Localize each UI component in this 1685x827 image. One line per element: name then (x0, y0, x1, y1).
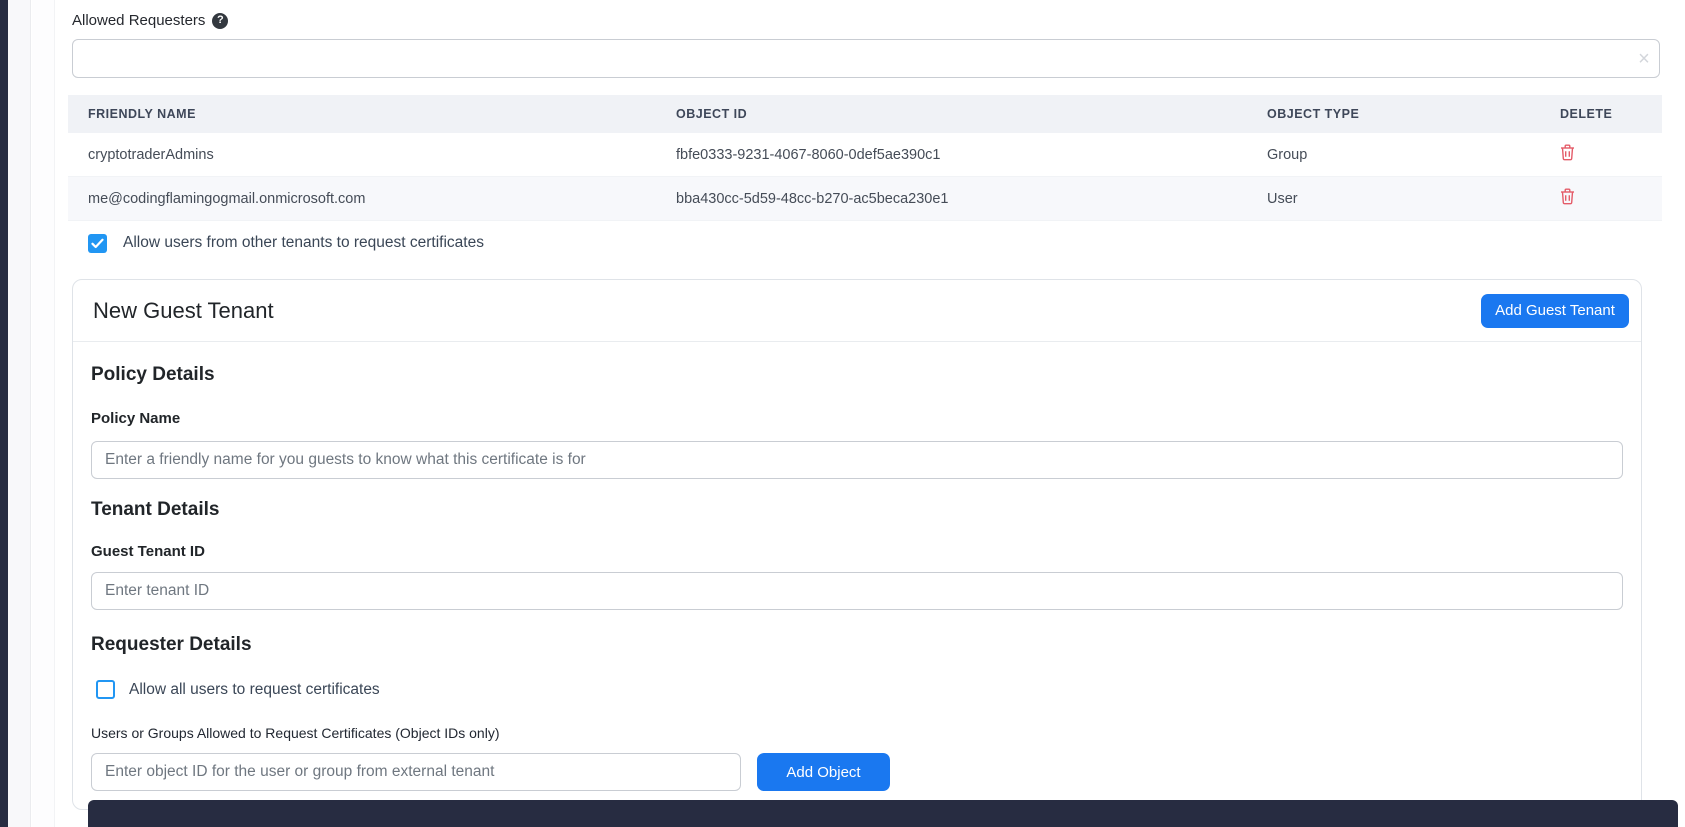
trash-icon[interactable] (1560, 144, 1575, 161)
table-header-row: FRIENDLY NAME OBJECT ID OBJECT TYPE DELE… (68, 95, 1662, 133)
cell-object-id: bba430cc-5d59-48cc-b270-ac5beca230e1 (676, 190, 949, 207)
checkbox-checked[interactable] (88, 233, 107, 253)
next-panel-dark-edge (88, 800, 1678, 827)
sidebar-rail-gutter (32, 0, 55, 827)
cell-friendly-name: cryptotraderAdmins (88, 146, 214, 163)
new-guest-tenant-card: New Guest Tenant Add Guest Tenant Policy… (72, 279, 1642, 810)
card-body: Policy Details Policy Name Tenant Detail… (73, 342, 1641, 809)
add-object-button[interactable]: Add Object (757, 753, 890, 791)
col-header-delete: DELETE (1560, 107, 1613, 121)
allowed-requesters-input-wrap: × (72, 39, 1660, 78)
allowed-requesters-table: FRIENDLY NAME OBJECT ID OBJECT TYPE DELE… (68, 95, 1662, 221)
guest-tenant-id-label: Guest Tenant ID (91, 543, 205, 560)
add-guest-tenant-button[interactable]: Add Guest Tenant (1481, 293, 1629, 328)
object-id-input-row: Add Object (91, 753, 1623, 791)
cell-friendly-name: me@codingflamingogmail.onmicrosoft.com (88, 190, 366, 207)
checkbox-unchecked[interactable] (96, 680, 115, 699)
col-header-object-type: OBJECT TYPE (1267, 107, 1360, 121)
requester-details-heading: Requester Details (91, 634, 252, 655)
other-tenants-checkbox-label[interactable]: Allow users from other tenants to reques… (123, 234, 484, 252)
object-id-input[interactable] (91, 753, 741, 791)
tenant-details-heading: Tenant Details (91, 499, 220, 520)
allowed-requesters-label: Allowed Requesters (72, 12, 206, 29)
policy-name-label: Policy Name (91, 410, 181, 427)
card-header: New Guest Tenant Add Guest Tenant (73, 280, 1641, 342)
table-row: me@codingflamingogmail.onmicrosoft.com b… (68, 177, 1662, 221)
col-header-friendly-name: FRIENDLY NAME (88, 107, 196, 121)
allow-all-users-checkbox-row: Allow all users to request certificates (96, 680, 1623, 699)
cell-object-type: Group (1267, 146, 1308, 163)
cell-object-type: User (1267, 190, 1298, 207)
col-header-object-id: OBJECT ID (676, 107, 748, 121)
other-tenants-checkbox-row: Allow users from other tenants to reques… (88, 228, 484, 258)
guest-tenant-id-input[interactable] (91, 572, 1623, 610)
card-title: New Guest Tenant (93, 297, 274, 323)
cell-object-id: fbfe0333-9231-4067-8060-0def5ae390c1 (676, 146, 941, 163)
allowed-requesters-input[interactable] (73, 40, 1629, 77)
collapsed-sidebar-rail (8, 0, 31, 827)
object-ids-label: Users or Groups Allowed to Request Certi… (91, 725, 500, 741)
cell-delete (1560, 188, 1662, 209)
table-row: cryptotraderAdmins fbfe0333-9231-4067-80… (68, 133, 1662, 177)
left-dark-edge (0, 0, 8, 827)
help-icon[interactable]: ? (212, 12, 229, 29)
policy-details-heading: Policy Details (91, 364, 215, 385)
allowed-requesters-label-row: Allowed Requesters ? (72, 12, 229, 29)
allow-all-users-checkbox-label[interactable]: Allow all users to request certificates (129, 681, 380, 699)
cell-delete (1560, 144, 1662, 165)
trash-icon[interactable] (1560, 188, 1575, 205)
policy-name-input[interactable] (91, 441, 1623, 479)
clear-icon[interactable]: × (1629, 49, 1659, 69)
checkmark-icon (91, 238, 104, 248)
